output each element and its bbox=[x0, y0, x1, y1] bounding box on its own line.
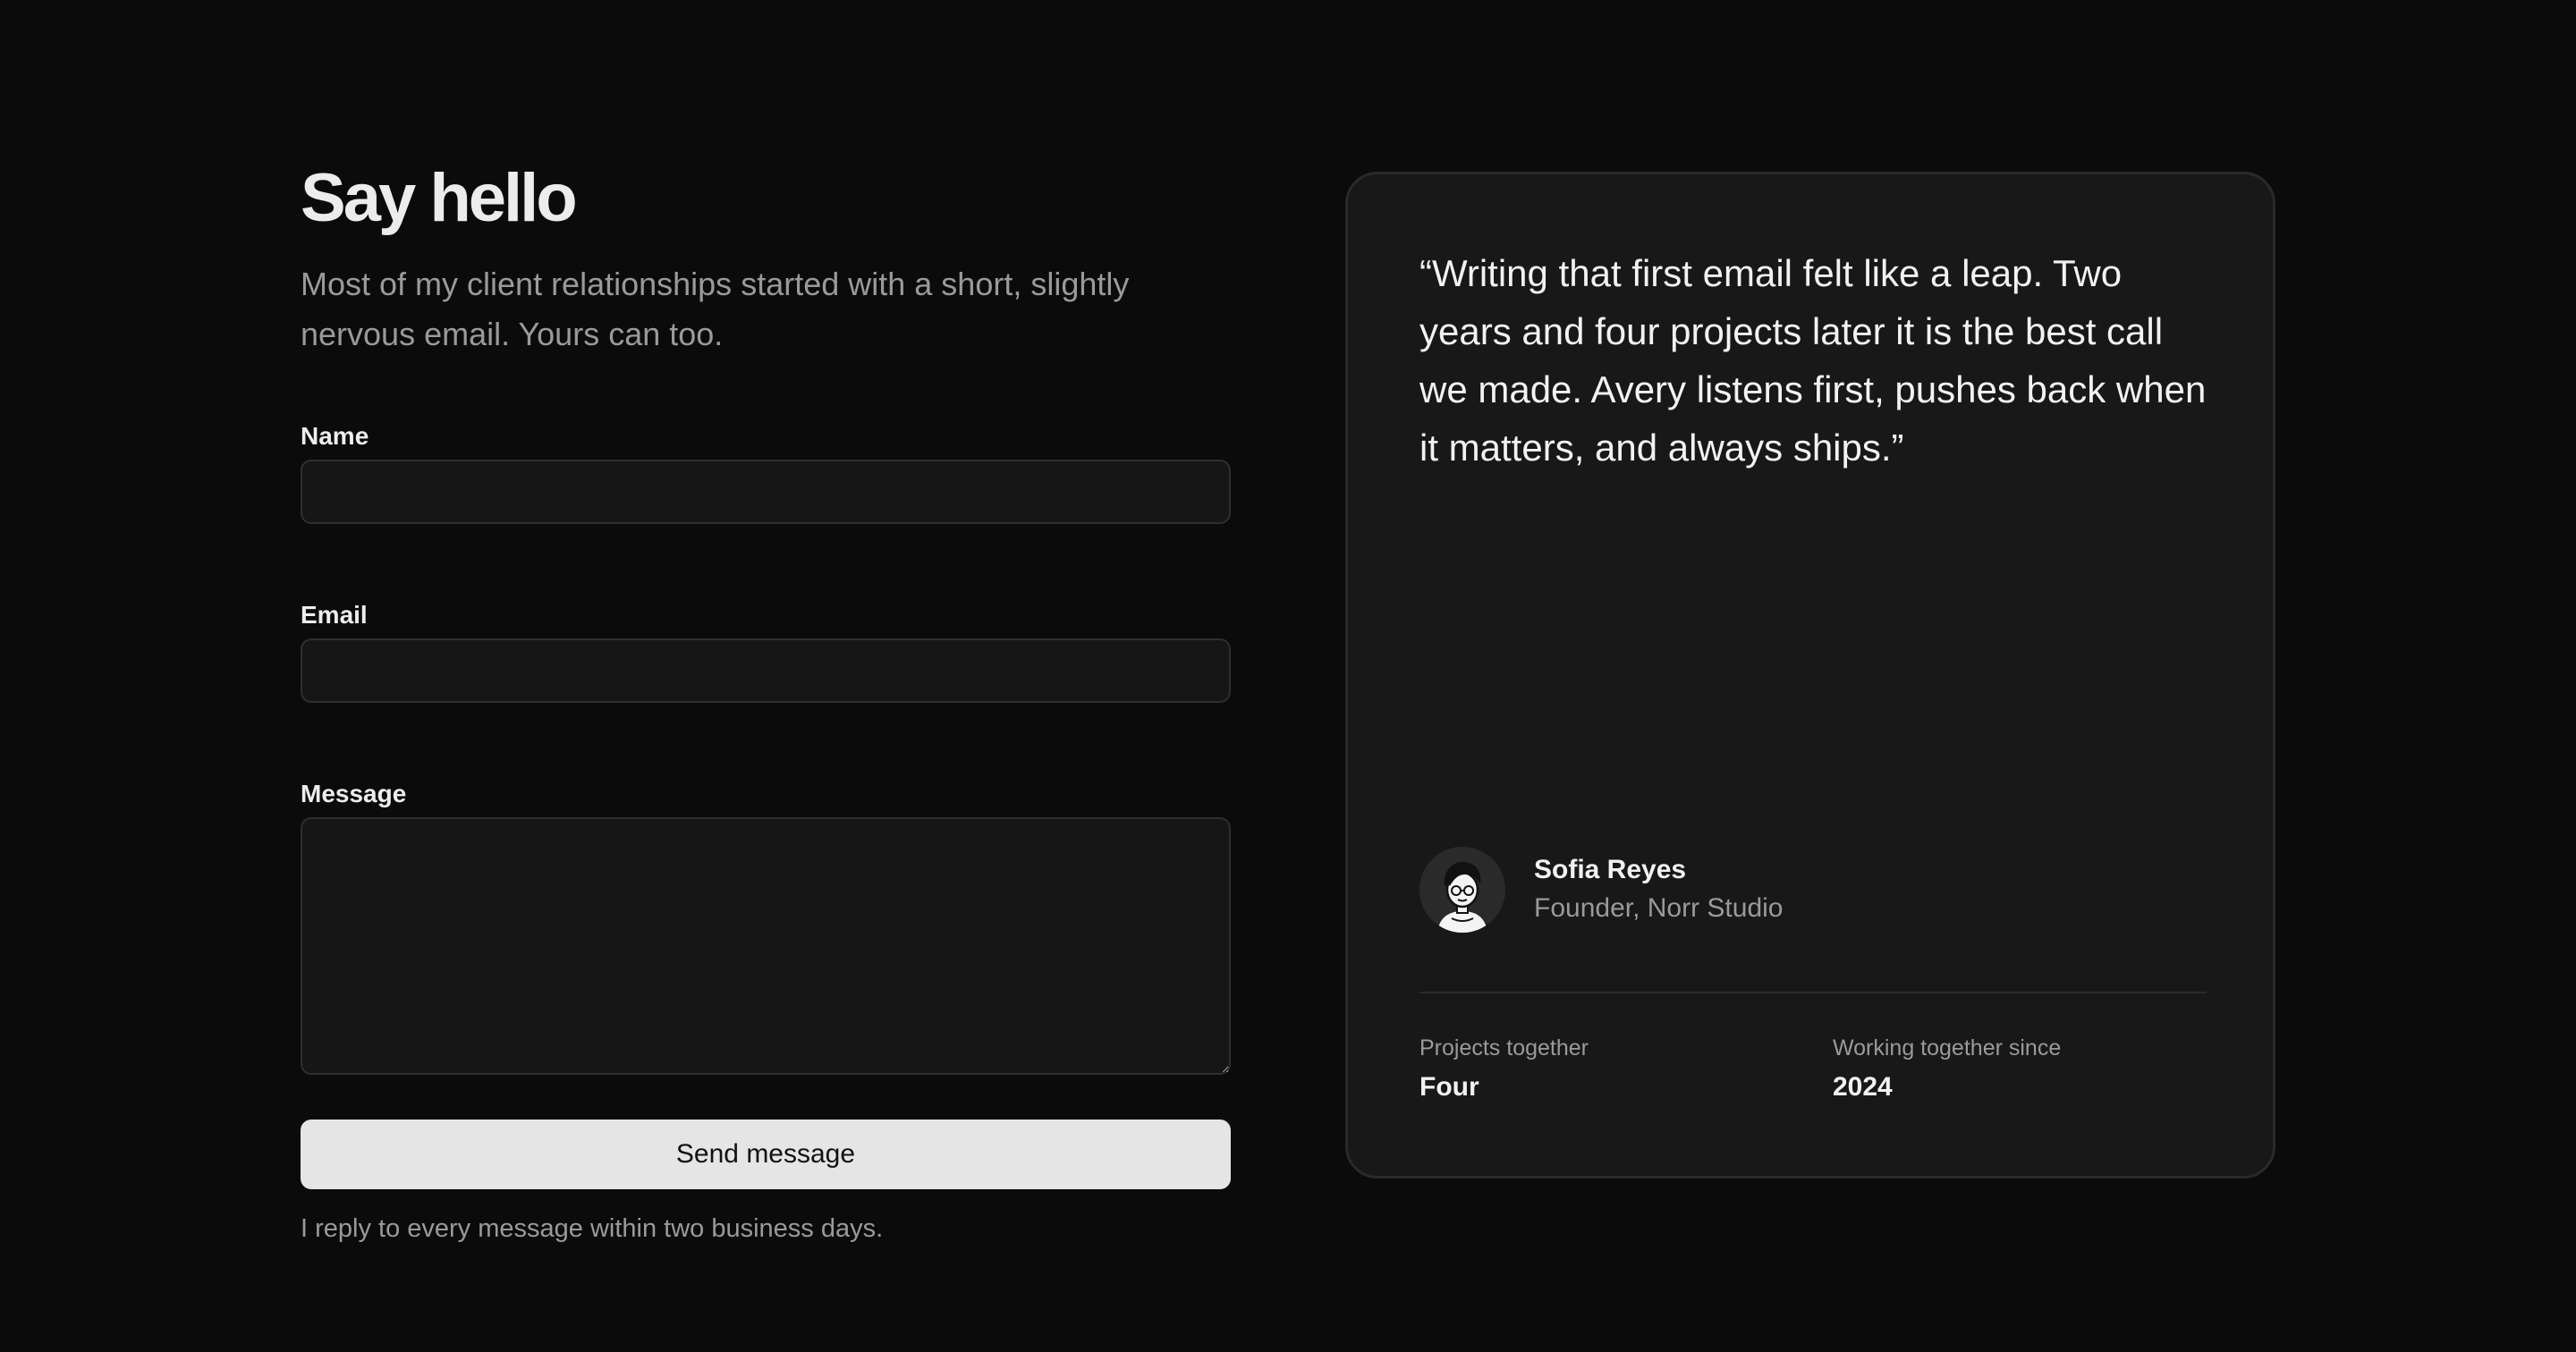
name-input[interactable] bbox=[301, 459, 1231, 524]
testimonial-quote: “Writing that first email felt like a le… bbox=[1419, 252, 2207, 469]
name-field-label: Name bbox=[301, 421, 369, 450]
message-field-label: Message bbox=[301, 779, 407, 807]
name-field-group: Name bbox=[301, 420, 1231, 524]
stat-working-since: Working together since 2024 bbox=[1833, 1035, 2061, 1104]
page-subtitle: Most of my client relationships started … bbox=[301, 265, 1130, 352]
reply-note: I reply to every message within two busi… bbox=[301, 1213, 884, 1243]
card-divider bbox=[1419, 992, 2207, 993]
stat-label: Projects together bbox=[1419, 1035, 1589, 1060]
testimonial-card: “Writing that first email felt like a le… bbox=[1345, 172, 2275, 1179]
stat-label: Working together since bbox=[1833, 1035, 2062, 1060]
author-name: Sofia Reyes bbox=[1534, 855, 1687, 884]
testimonial-author: Sofia Reyes Founder, Norr Studio bbox=[1419, 847, 1783, 933]
email-field-label: Email bbox=[301, 600, 368, 629]
message-textarea[interactable] bbox=[301, 816, 1231, 1075]
page-title: Say hello bbox=[301, 160, 578, 236]
message-field-group: Message bbox=[301, 778, 1231, 1075]
stat-projects-together: Projects together Four bbox=[1419, 1035, 1589, 1104]
contact-form-section: Say hello Most of my client relationship… bbox=[301, 161, 1231, 1245]
avatar-illustration-icon bbox=[1419, 847, 1505, 933]
stat-value: Four bbox=[1419, 1072, 1479, 1102]
email-field-group: Email bbox=[301, 599, 1231, 703]
email-input[interactable] bbox=[301, 638, 1231, 703]
contact-form: Name Email Message Send message bbox=[301, 420, 1231, 1189]
author-details: Sofia Reyes Founder, Norr Studio bbox=[1534, 853, 1783, 926]
stat-value: 2024 bbox=[1833, 1072, 1893, 1102]
send-message-button[interactable]: Send message bbox=[301, 1119, 1231, 1189]
author-role: Founder, Norr Studio bbox=[1534, 893, 1784, 923]
